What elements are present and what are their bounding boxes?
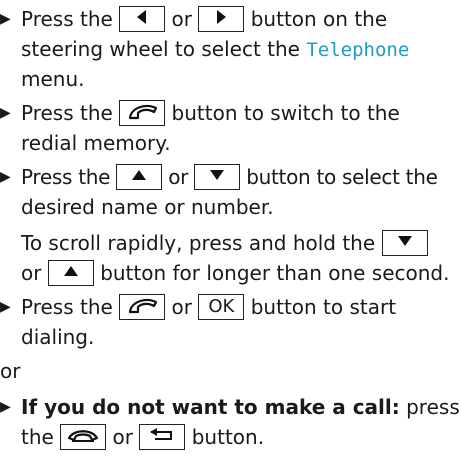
- right-arrow-key: [198, 5, 245, 32]
- back-key: [139, 423, 186, 450]
- phone-hangup-key: [60, 423, 107, 450]
- scroll-note-line-1: To scroll rapidly, press and hold the: [21, 229, 428, 256]
- down-triangle-icon: [210, 169, 225, 180]
- bullet-arrow-icon: ▶: [0, 11, 11, 27]
- back-arrow-icon: [150, 427, 173, 440]
- no-call-heading: If you do not want to make a call:: [21, 395, 400, 419]
- ok-key: OK: [198, 293, 245, 320]
- step-2-line-2: redial memory.: [21, 131, 171, 155]
- step-4-line-2: dialing.: [21, 325, 95, 349]
- scroll-note-line-2: or button for longer than one second.: [21, 259, 450, 286]
- up-triangle-icon: [132, 169, 147, 180]
- left-arrow-key: [119, 5, 166, 32]
- step-1-line-1: ▶ Press the or button on the: [0, 5, 388, 32]
- up-triangle-icon: [63, 265, 78, 276]
- or-separator: or: [0, 359, 21, 383]
- step-1-line-3: menu.: [21, 67, 85, 91]
- down-arrow-key: [381, 229, 428, 256]
- final-step-line-2: the or button.: [21, 423, 265, 450]
- phone-hangup-icon: [68, 429, 99, 442]
- bullet-arrow-icon: ▶: [0, 299, 11, 315]
- down-arrow-key: [194, 163, 241, 190]
- phone-pickup-key: [119, 99, 166, 126]
- phone-pickup-icon: [129, 298, 158, 313]
- telephone-menu-name: Telephone: [306, 39, 410, 61]
- step-4-line-1: ▶ Press the or OK button to start: [0, 293, 397, 320]
- up-arrow-key: [116, 163, 163, 190]
- final-step-line-1: ▶ If you do not want to make a call: pre…: [0, 395, 460, 419]
- right-triangle-icon: [217, 9, 227, 24]
- phone-pickup-icon: [129, 104, 158, 119]
- instruction-page: ▶ Press the or button on the steering wh…: [0, 0, 461, 457]
- bullet-arrow-icon: ▶: [0, 399, 11, 415]
- left-triangle-icon: [137, 9, 147, 24]
- down-triangle-icon: [397, 235, 412, 246]
- up-arrow-key: [47, 259, 94, 286]
- step-3-line-1: ▶ Press the or button to select the: [0, 163, 438, 190]
- step-3-line-2: desired name or number.: [21, 195, 274, 219]
- step-1-line-2: steering wheel to select the Telephone: [21, 37, 410, 61]
- bullet-arrow-icon: ▶: [0, 169, 11, 185]
- step-2-line-1: ▶ Press the button to switch to the: [0, 99, 400, 126]
- bullet-arrow-icon: ▶: [0, 105, 11, 121]
- phone-pickup-key: [119, 293, 166, 320]
